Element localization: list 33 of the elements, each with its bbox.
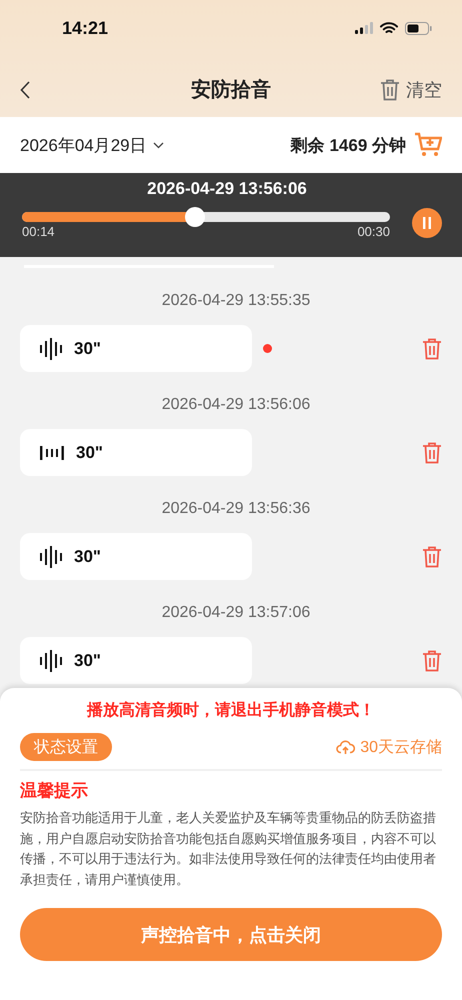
record-timestamp: 2026-04-29 13:55:35 bbox=[162, 292, 310, 309]
voice-message[interactable]: 30" bbox=[20, 429, 252, 476]
record-timestamp: 2026-04-29 13:57:06 bbox=[162, 604, 310, 621]
signal-icon bbox=[355, 22, 373, 34]
pause-icon[interactable] bbox=[412, 208, 442, 238]
total-time: 00:30 bbox=[357, 224, 390, 239]
remaining-minutes: 剩余 1469 分钟 bbox=[290, 134, 406, 156]
voice-message[interactable]: 30" bbox=[20, 325, 252, 372]
delete-icon[interactable] bbox=[422, 442, 442, 464]
notice-text: 安防拾音功能适用于儿童，老人关爱监护及车辆等贵重物品的防丢防盗措施，用户自愿启动安防拾音功能包括自愿购买增值服务项目，内容不可以传播，不可以用于违法行为。如非法使用导致任何的法律责任均由使用者承担责任，请用户谨慎使用。 bbox=[20, 809, 437, 888]
clock-time: 14:21 bbox=[62, 18, 108, 38]
trash-icon bbox=[380, 78, 400, 100]
elapsed-time: 00:14 bbox=[22, 224, 55, 239]
back-icon[interactable] bbox=[20, 80, 30, 98]
caret-icon bbox=[152, 142, 164, 148]
clear-button[interactable]: 清空 bbox=[380, 78, 442, 102]
notice-title: 温馨提示 bbox=[20, 781, 88, 800]
cart-add-icon[interactable] bbox=[414, 132, 442, 158]
page-title: 安防拾音 bbox=[191, 79, 271, 101]
slider-thumb[interactable] bbox=[184, 207, 205, 227]
silent-mode-warning: 播放高清音频时，请退出手机静音模式！ bbox=[87, 702, 375, 719]
voice-message[interactable]: 30" bbox=[20, 533, 252, 580]
voice-message[interactable]: 30" bbox=[20, 637, 252, 684]
record-timestamp: 2026-04-29 13:56:36 bbox=[162, 500, 310, 517]
wifi-icon bbox=[380, 22, 398, 34]
date-picker[interactable]: 2026年04月29日 bbox=[20, 134, 164, 156]
cloud-upload-icon bbox=[336, 740, 356, 754]
record-timestamp: 2026-04-29 13:56:06 bbox=[162, 396, 310, 413]
delete-icon[interactable] bbox=[422, 650, 442, 672]
delete-icon[interactable] bbox=[422, 546, 442, 568]
delete-icon[interactable] bbox=[422, 338, 442, 360]
battery-icon bbox=[405, 22, 432, 34]
playing-timestamp: 2026-04-29 13:56:06 bbox=[147, 179, 307, 198]
